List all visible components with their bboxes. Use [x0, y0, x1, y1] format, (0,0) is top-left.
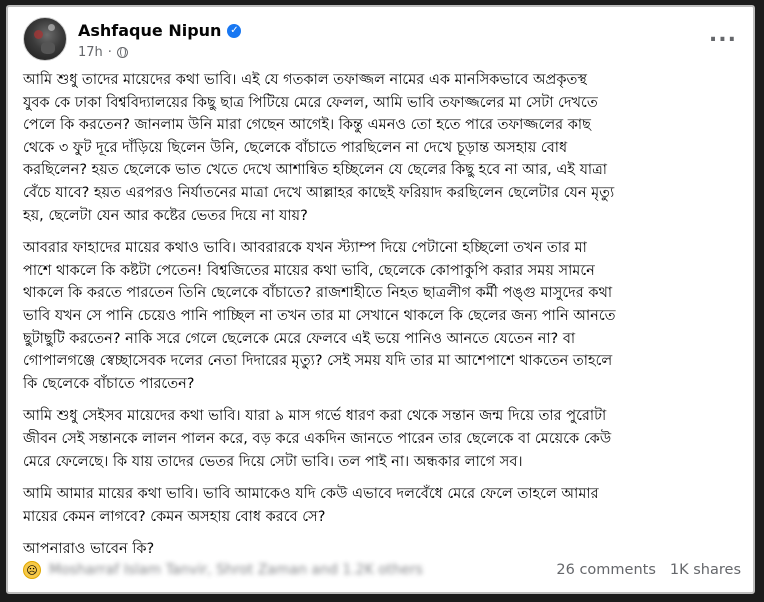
avatar-detail [48, 24, 55, 31]
author-name[interactable]: Ashfaque Nipun [78, 21, 221, 40]
avatar-detail [41, 42, 55, 54]
author-row: Ashfaque Nipun ✓ [78, 21, 242, 40]
post-paragraph: আমি আমার মায়ের কথা ভাবি। ভাবি আমাকেও যদ… [23, 486, 599, 525]
post-timestamp[interactable]: 17h [78, 45, 103, 60]
avatar-detail [34, 30, 43, 39]
post-text: আমি শুধু তাদের মায়েদের কথা ভাবি। এই যে … [23, 69, 741, 571]
post-paragraph: আমি শুধু সেইসব মায়েদের কথা ভাবি। যারা ৯… [23, 408, 612, 470]
post-header: Ashfaque Nipun ✓ 17h · ... [23, 15, 743, 65]
verified-badge-icon: ✓ [227, 23, 242, 38]
author-avatar[interactable] [23, 17, 67, 61]
more-options-button[interactable]: ... [709, 24, 737, 46]
post-paragraph: আবরার ফাহাদের মায়ের কথাও ভাবি। আবরারকে … [23, 240, 616, 392]
facebook-post-card: Ashfaque Nipun ✓ 17h · ... আমি শুধু তাদে… [6, 5, 755, 594]
globe-icon [116, 47, 128, 58]
shares-count[interactable]: 1K shares [670, 562, 741, 578]
post-footer: ☹ Mosharraf Islam Tanvir, Shrot Zaman an… [23, 556, 741, 584]
engagement-counts: 26 comments 1K shares [556, 562, 741, 578]
post-meta: 17h · [78, 45, 128, 60]
reactors-summary[interactable]: Mosharraf Islam Tanvir, Shrot Zaman and … [49, 562, 423, 578]
post-paragraph: আমি শুধু তাদের মায়েদের কথা ভাবি। এই যে … [23, 72, 615, 224]
comments-count[interactable]: 26 comments [556, 562, 656, 578]
sad-emoji-icon[interactable]: ☹ [23, 561, 41, 579]
